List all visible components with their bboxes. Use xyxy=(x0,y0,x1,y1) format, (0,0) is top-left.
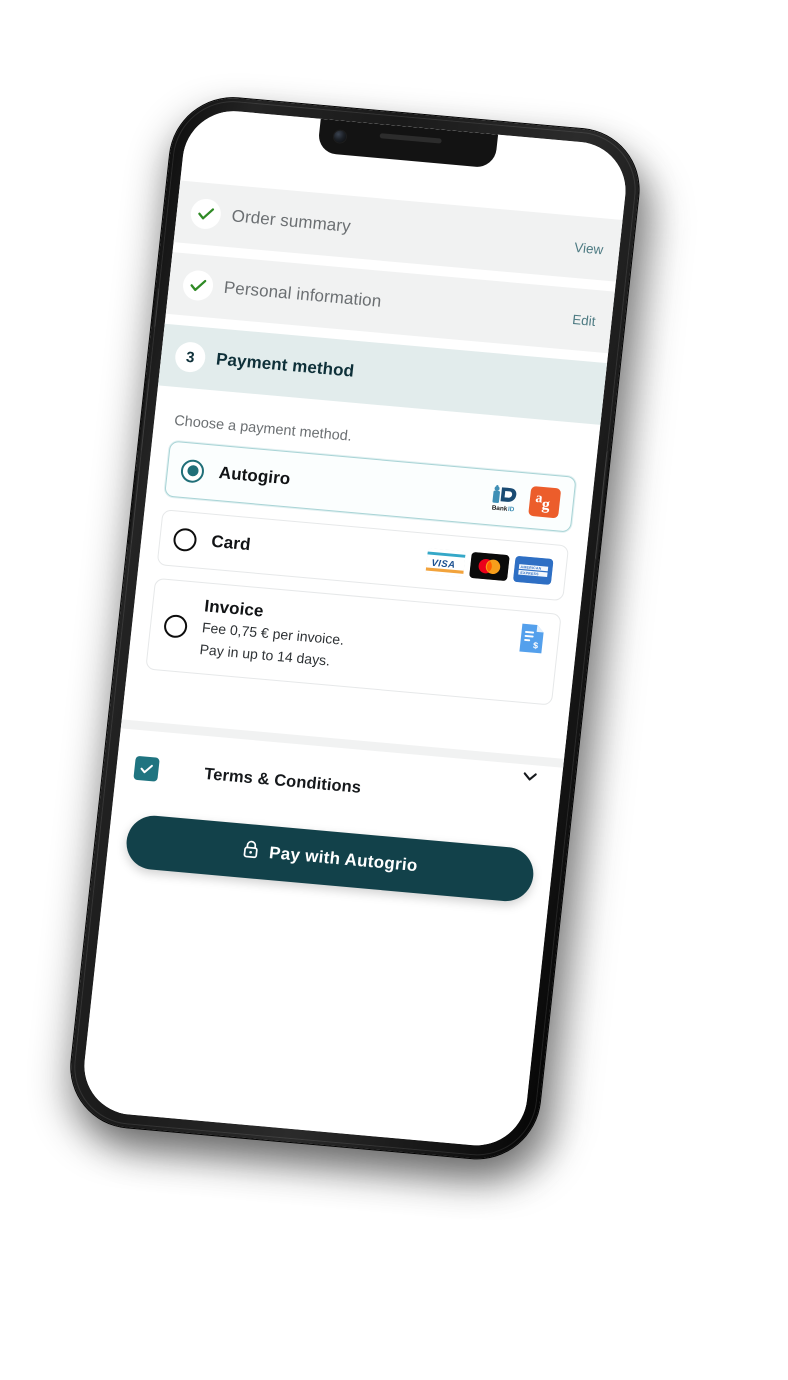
chevron-down-icon[interactable] xyxy=(518,766,541,793)
invoice-document-icon: $ xyxy=(517,622,547,659)
amex-logo: AMERICAN EXPRESS xyxy=(512,555,554,586)
volume-up-button[interactable] xyxy=(136,377,150,452)
mastercard-logo xyxy=(469,551,510,582)
radio-autogiro[interactable] xyxy=(179,458,206,484)
check-icon xyxy=(181,269,215,302)
phone-screen: Order summary View Personal information … xyxy=(79,106,631,1150)
payment-option-invoice[interactable]: Invoice Fee 0,75 € per invoice. Pay in u… xyxy=(145,577,562,706)
screenshot-stage: Order summary View Personal information … xyxy=(0,0,788,1380)
svg-text:$: $ xyxy=(533,640,539,650)
pay-button-label: Pay with Autogrio xyxy=(268,843,419,876)
step-label-order-summary: Order summary xyxy=(230,206,352,236)
payment-method-list: Autogiro Bank ID a g Card VISA AMERICAN … xyxy=(126,439,595,720)
checkout-app: Order summary View Personal information … xyxy=(79,106,631,1150)
payment-logos-invoice: $ xyxy=(517,622,547,659)
svg-text:g: g xyxy=(541,496,551,514)
device-mockup: Order summary View Personal information … xyxy=(61,92,675,1201)
payment-logos-card: VISA AMERICAN EXPRESS xyxy=(425,547,554,586)
svg-text:ID: ID xyxy=(507,506,515,514)
volume-down-button[interactable] xyxy=(126,470,140,545)
radio-invoice[interactable] xyxy=(162,613,189,639)
earpiece-speaker-icon xyxy=(379,133,442,144)
bankid-logo: Bank ID xyxy=(486,482,525,515)
payment-logos-autogiro: Bank ID a g xyxy=(486,482,562,519)
silent-switch-button[interactable] xyxy=(150,287,160,328)
edit-link[interactable]: Edit xyxy=(572,311,597,328)
visa-logo: VISA xyxy=(425,547,466,578)
step-label-personal-information: Personal information xyxy=(222,277,383,311)
step-number-badge: 3 xyxy=(173,340,207,374)
svg-text:VISA: VISA xyxy=(431,558,456,571)
check-icon xyxy=(189,197,223,231)
terms-checkbox[interactable] xyxy=(133,755,160,782)
payment-option-title-autogiro: Autogiro xyxy=(217,463,292,489)
front-camera-icon xyxy=(333,130,347,144)
lock-icon xyxy=(241,838,261,864)
payment-option-title-card: Card xyxy=(210,531,252,555)
pay-button[interactable]: Pay with Autogrio xyxy=(123,813,537,904)
view-link[interactable]: View xyxy=(574,239,605,256)
svg-text:Bank: Bank xyxy=(491,504,508,512)
autogiro-ag-logo: a g xyxy=(528,485,562,519)
radio-card[interactable] xyxy=(172,526,198,552)
